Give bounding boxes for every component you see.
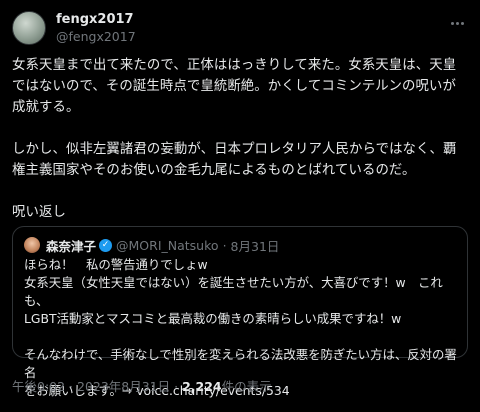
avatar[interactable] (12, 11, 46, 45)
view-label: 件の表示 (221, 379, 272, 394)
author-handle[interactable]: @fengx2017 (56, 28, 136, 45)
more-horizontal-icon (450, 21, 454, 25)
more-dot (455, 21, 459, 25)
timestamp[interactable]: 午後0:02 · 2023年8月31日 · (12, 379, 182, 394)
more-options-button[interactable] (446, 12, 468, 34)
verified-badge-icon: ✓ (99, 238, 113, 252)
quoted-separator: · (222, 237, 227, 253)
quoted-tweet[interactable]: 森奈津子 ✓ @MORI_Natsuko · 8月31日 ほらね！ 私の警告通り… (12, 226, 468, 398)
quoted-tweet-header: 森奈津子 ✓ @MORI_Natsuko · 8月31日 (24, 236, 279, 254)
quoted-handle[interactable]: @MORI_Natsuko (116, 238, 219, 253)
author-names: fengx2017 @fengx2017 (56, 11, 136, 45)
author-display-name[interactable]: fengx2017 (56, 11, 136, 28)
tweet-footer: 午後0:02 · 2023年8月31日 · 2,224件の表示 (12, 376, 272, 395)
tweet-text: 女系天皇まで出て来たので、正体ははっきりして来た。女系天皇は、天皇 ではないので… (12, 58, 457, 220)
tweet: fengx2017 @fengx2017 女系天皇まで出て来たので、正体ははっき… (0, 0, 480, 412)
quoted-date[interactable]: 8月31日 (231, 236, 280, 255)
quoted-display-name[interactable]: 森奈津子 (46, 236, 96, 255)
tweet-header: fengx2017 @fengx2017 (12, 10, 136, 46)
view-count: 2,224 (182, 379, 222, 394)
more-dot (460, 21, 464, 25)
quoted-avatar[interactable] (24, 237, 40, 253)
